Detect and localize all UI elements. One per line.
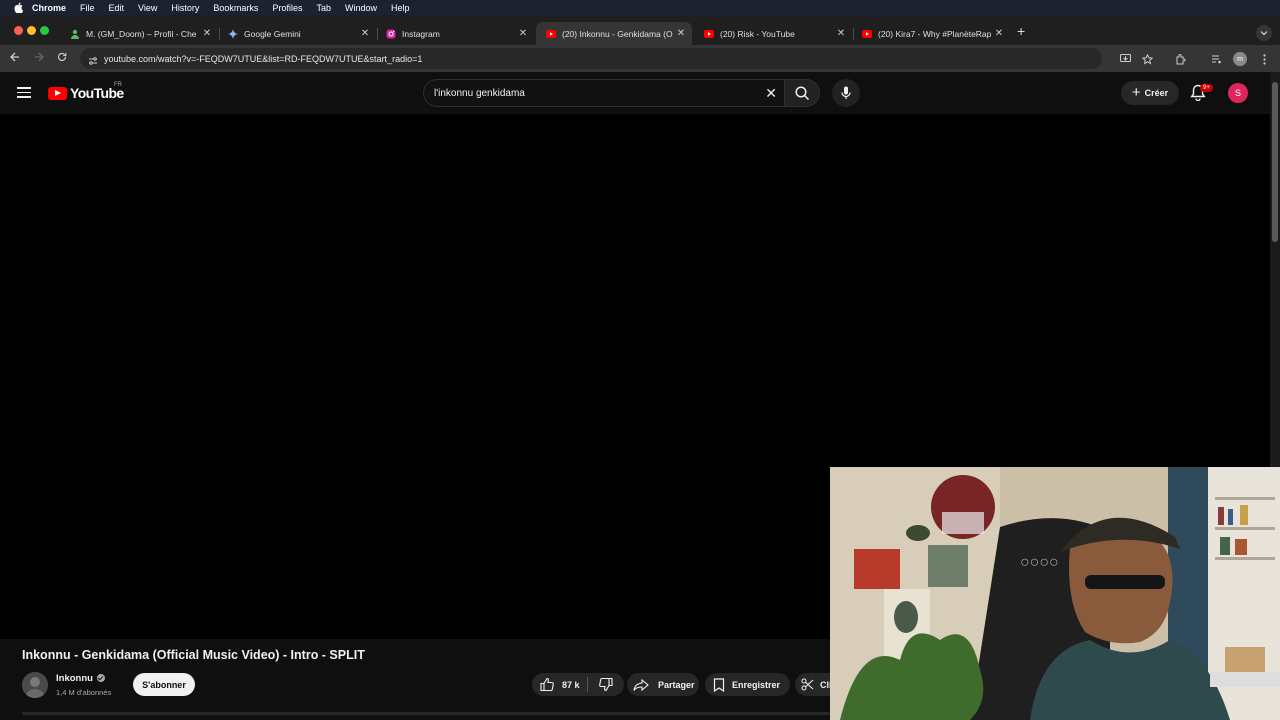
- youtube-icon: [862, 29, 872, 39]
- back-arrow-icon[interactable]: [10, 52, 20, 65]
- forward-arrow-icon[interactable]: [34, 52, 44, 65]
- close-tab-icon[interactable]: ✕: [674, 28, 688, 39]
- chevron-down-icon: [1260, 31, 1268, 36]
- install-app-icon[interactable]: [1119, 53, 1131, 65]
- tab-gemini[interactable]: Google Gemini ✕: [218, 22, 376, 45]
- menu-file[interactable]: File: [80, 3, 95, 13]
- voice-search-button[interactable]: [832, 79, 860, 107]
- tab-title: (20) Risk - YouTube: [720, 28, 795, 39]
- media-controls-icon[interactable]: [1210, 53, 1222, 65]
- macos-menu-bar: Chrome File Edit View History Bookmarks …: [0, 0, 1280, 15]
- profile-avatar-icon[interactable]: m: [1233, 52, 1247, 66]
- like-button[interactable]: 87 k: [532, 678, 587, 691]
- share-label: Partager: [658, 679, 695, 690]
- create-button[interactable]: + Créer: [1121, 81, 1179, 105]
- extensions-icon[interactable]: [1174, 53, 1186, 65]
- close-tab-icon[interactable]: ✕: [358, 28, 372, 39]
- site-info-icon[interactable]: [88, 53, 98, 71]
- tab-search-button[interactable]: [1256, 25, 1272, 41]
- tab-inkonnu-genkidama[interactable]: (20) Inkonnu - Genkidama (O ✕: [536, 22, 692, 45]
- notification-badge: 9+: [1200, 84, 1213, 92]
- clear-search-icon[interactable]: ✕: [765, 85, 777, 102]
- scissors-icon: [801, 678, 814, 691]
- url-text: youtube.com/watch?v=-FEQDW7UTUE&list=RD-…: [104, 53, 423, 64]
- menu-edit[interactable]: Edit: [109, 3, 125, 13]
- menu-view[interactable]: View: [138, 3, 157, 13]
- bookmark-star-icon[interactable]: [1141, 53, 1153, 65]
- channel-avatar[interactable]: [22, 672, 48, 698]
- menu-app-chrome[interactable]: Chrome: [32, 3, 66, 13]
- search-box[interactable]: ✕: [423, 79, 785, 107]
- webcam-feed-image: ○○○○: [830, 467, 1280, 720]
- close-tab-icon[interactable]: ✕: [200, 28, 214, 39]
- tab-risk-youtube[interactable]: (20) Risk - YouTube ✕: [694, 22, 852, 45]
- youtube-play-icon: [48, 86, 67, 100]
- close-tab-icon[interactable]: ✕: [834, 28, 848, 39]
- search-icon: [794, 85, 809, 100]
- channel-name-wrap[interactable]: Inkonnu: [56, 673, 105, 684]
- thumbs-down-icon: [599, 678, 613, 691]
- channel-name[interactable]: Inkonnu: [56, 673, 93, 684]
- bookmark-icon: [713, 677, 725, 692]
- menu-tab[interactable]: Tab: [316, 3, 331, 13]
- menu-history[interactable]: History: [171, 3, 199, 13]
- youtube-icon: [546, 29, 556, 39]
- apple-icon[interactable]: [12, 2, 24, 14]
- verified-check-icon: [96, 674, 105, 682]
- clip-button[interactable]: Cli: [795, 673, 835, 696]
- youtube-icon: [704, 29, 714, 39]
- menu-bookmarks[interactable]: Bookmarks: [213, 3, 258, 13]
- minimize-window-button[interactable]: [27, 26, 36, 35]
- youtube-header: YouTube FR ✕ + Créer 9+ S: [0, 72, 1270, 114]
- tab-title: M. (GM_Doom) – Profil - Che: [86, 28, 197, 39]
- tab-title: (20) Inkonnu - Genkidama (O: [562, 28, 673, 39]
- country-code: FR: [114, 82, 122, 88]
- instagram-icon: [386, 29, 396, 39]
- plus-icon: +: [1131, 83, 1141, 101]
- more-menu-icon[interactable]: [1258, 53, 1270, 65]
- like-dislike-group: 87 k: [532, 673, 624, 696]
- search-button[interactable]: [784, 79, 820, 107]
- tab-profile[interactable]: M. (GM_Doom) – Profil - Che ✕: [60, 22, 218, 45]
- webcam-overlay: ○○○○: [830, 467, 1280, 720]
- like-count: 87 k: [562, 679, 580, 690]
- subscriber-count: 1,4 M d'abonnés: [56, 688, 112, 697]
- reload-icon[interactable]: [57, 52, 67, 65]
- youtube-logo[interactable]: YouTube FR: [48, 82, 124, 101]
- browser-toolbar: youtube.com/watch?v=-FEQDW7UTUE&list=RD-…: [0, 45, 1280, 72]
- save-label: Enregistrer: [732, 679, 781, 690]
- account-avatar[interactable]: S: [1228, 83, 1248, 103]
- menu-profiles[interactable]: Profiles: [272, 3, 302, 13]
- close-window-button[interactable]: [14, 26, 23, 35]
- share-button[interactable]: Partager: [627, 673, 699, 696]
- menu-window[interactable]: Window: [345, 3, 377, 13]
- tab-title: Instagram: [402, 28, 440, 39]
- tab-kira7[interactable]: (20) Kira7 - Why #PlanèteRap ✕: [852, 22, 1010, 45]
- gemini-icon: [228, 28, 238, 39]
- save-button[interactable]: Enregistrer: [705, 673, 790, 696]
- description-box-edge: [22, 712, 830, 715]
- video-title: Inkonnu - Genkidama (Official Music Vide…: [22, 648, 365, 662]
- menu-help[interactable]: Help: [391, 3, 410, 13]
- person-icon: [70, 29, 80, 39]
- tab-title: Google Gemini: [244, 28, 301, 39]
- create-label: Créer: [1144, 88, 1169, 98]
- share-arrow-icon: [633, 678, 649, 691]
- search-input[interactable]: [434, 87, 744, 99]
- microphone-icon: [841, 86, 851, 99]
- dislike-button[interactable]: [588, 678, 624, 691]
- svg-text:○○○○: ○○○○: [1020, 554, 1059, 571]
- new-tab-icon[interactable]: +: [1017, 23, 1025, 39]
- thumbs-up-icon: [540, 678, 554, 691]
- tab-strip: M. (GM_Doom) – Profil - Che ✕ Google Gem…: [0, 15, 1280, 45]
- hamburger-menu-icon[interactable]: [17, 87, 31, 98]
- subscribe-button[interactable]: S'abonner: [133, 673, 195, 696]
- scrollbar-thumb[interactable]: [1272, 82, 1278, 242]
- tab-title: (20) Kira7 - Why #PlanèteRap: [878, 28, 992, 39]
- tab-instagram[interactable]: Instagram ✕: [376, 22, 534, 45]
- maximize-window-button[interactable]: [40, 26, 49, 35]
- close-tab-icon[interactable]: ✕: [992, 28, 1006, 39]
- close-tab-icon[interactable]: ✕: [516, 28, 530, 39]
- address-bar[interactable]: youtube.com/watch?v=-FEQDW7UTUE&list=RD-…: [80, 48, 1102, 69]
